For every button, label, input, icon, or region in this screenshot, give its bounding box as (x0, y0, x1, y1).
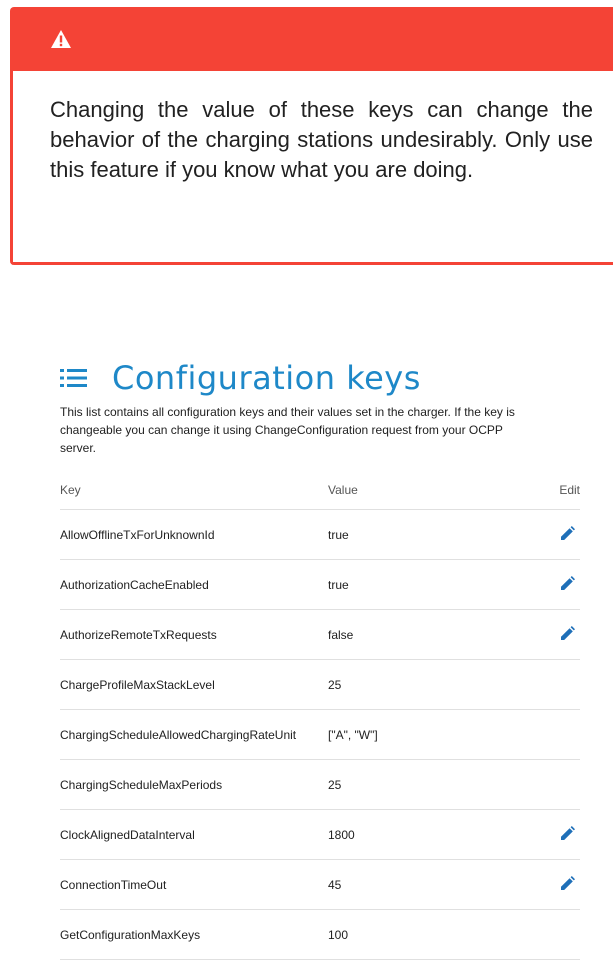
config-key-cell: AllowOfflineTxForUnknownId (60, 509, 328, 560)
config-value-cell: ["A", "W"] (328, 709, 528, 760)
configuration-keys-table: Key Value Edit AllowOfflineTxForUnknownI… (60, 471, 580, 960)
pencil-icon[interactable] (561, 826, 575, 840)
section-title: Configuration keys (60, 358, 580, 398)
column-header-value: Value (328, 471, 528, 510)
edit-cell (528, 509, 580, 560)
edit-cell (528, 909, 580, 960)
edit-cell (528, 709, 580, 760)
pencil-icon[interactable] (561, 526, 575, 540)
table-row: AuthorizeRemoteTxRequests false (60, 609, 580, 660)
pencil-icon[interactable] (561, 626, 575, 640)
edit-cell (528, 659, 580, 710)
warning-banner: Changing the value of these keys can cha… (10, 7, 613, 265)
config-value-cell: 25 (328, 759, 528, 810)
config-value-cell: true (328, 509, 528, 560)
config-value-cell: true (328, 559, 528, 610)
config-value-cell: 1800 (328, 809, 528, 860)
table-row: ChargingScheduleAllowedChargingRateUnit[… (60, 709, 580, 760)
config-key-cell: ChargingScheduleAllowedChargingRateUnit (60, 709, 328, 760)
config-key-cell: AuthorizeRemoteTxRequests (60, 609, 328, 660)
pencil-icon[interactable] (561, 876, 575, 890)
config-key-cell: AuthorizationCacheEnabled (60, 559, 328, 610)
config-value-cell: 100 (328, 909, 528, 960)
page-title: Configuration keys (112, 359, 421, 397)
configuration-keys-section: Configuration keys This list contains al… (60, 358, 580, 960)
config-key-cell: ConnectionTimeOut (60, 859, 328, 910)
config-key-cell: ChargeProfileMaxStackLevel (60, 659, 328, 710)
table-row: GetConfigurationMaxKeys 100 (60, 909, 580, 960)
table-row: ClockAlignedDataInterval 1800 (60, 809, 580, 860)
warning-body: Changing the value of these keys can cha… (10, 71, 613, 265)
table-row: AuthorizationCacheEnabled true (60, 559, 580, 610)
table-row: ChargeProfileMaxStackLevel 25 (60, 659, 580, 710)
list-icon (60, 369, 87, 387)
config-key-cell: ChargingScheduleMaxPeriods (60, 759, 328, 810)
edit-cell (528, 759, 580, 810)
table-row: AllowOfflineTxForUnknownId true (60, 509, 580, 560)
edit-cell (528, 809, 580, 860)
warning-header (10, 7, 613, 71)
config-key-cell: ClockAlignedDataInterval (60, 809, 328, 860)
edit-cell (528, 859, 580, 910)
edit-cell (528, 609, 580, 660)
config-value-cell: 45 (328, 859, 528, 910)
edit-cell (528, 559, 580, 610)
config-value-cell: 25 (328, 659, 528, 710)
pencil-icon[interactable] (561, 576, 575, 590)
config-value-cell: false (328, 609, 528, 660)
table-header-row: Key Value Edit (60, 471, 580, 510)
column-header-key: Key (60, 471, 328, 510)
config-key-cell: GetConfigurationMaxKeys (60, 909, 328, 960)
warning-triangle-icon (51, 30, 71, 48)
section-description: This list contains all configuration key… (60, 405, 515, 455)
table-row: ConnectionTimeOut 45 (60, 859, 580, 910)
table-row: ChargingScheduleMaxPeriods 25 (60, 759, 580, 810)
column-header-edit: Edit (528, 471, 580, 510)
warning-text: Changing the value of these keys can cha… (50, 97, 593, 182)
